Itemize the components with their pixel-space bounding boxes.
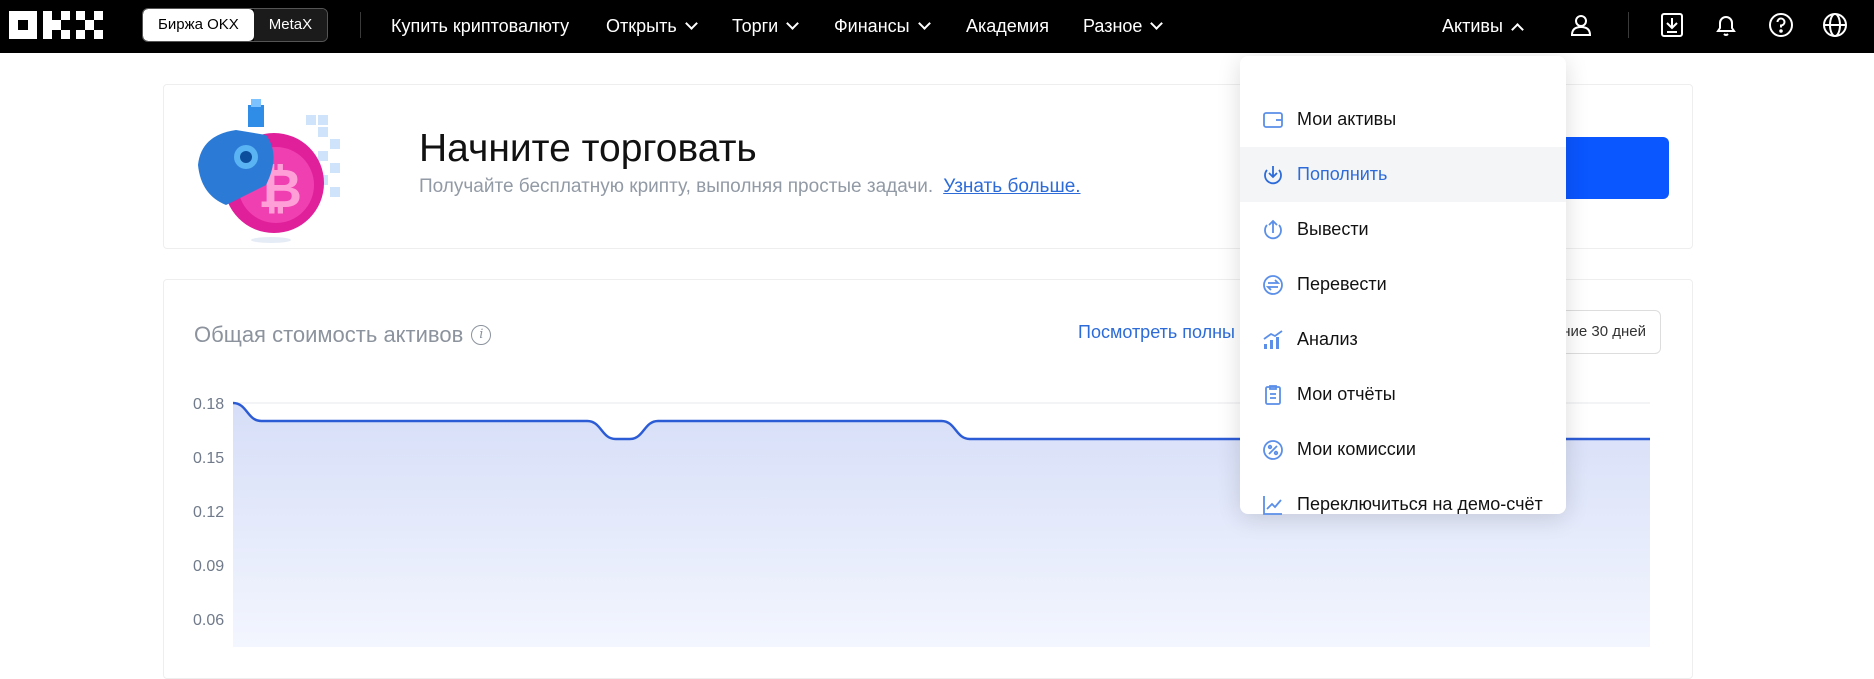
- menu-item-label: Мои отчёты: [1297, 384, 1396, 404]
- menu-item-label: Мои комиссии: [1297, 439, 1416, 459]
- y-tick-label: 0.18: [193, 396, 224, 413]
- menu-item-analysis[interactable]: Анализ: [1240, 312, 1566, 367]
- analysis-icon: [1263, 329, 1283, 349]
- menu-item-label: Переключиться на демо-счёт: [1297, 494, 1543, 514]
- y-tick-label: 0.06: [193, 612, 224, 629]
- fee-icon: [1263, 439, 1283, 460]
- menu-item-demo-account[interactable]: Переключиться на демо-счёт: [1240, 477, 1566, 532]
- y-tick-label: 0.12: [193, 504, 224, 521]
- menu-item-transfer[interactable]: Перевести: [1240, 257, 1566, 312]
- menu-item-reports[interactable]: Мои отчёты: [1240, 367, 1566, 422]
- y-tick-label: 0.09: [193, 558, 224, 575]
- menu-item-label: Перевести: [1297, 274, 1387, 294]
- menu-item-deposit[interactable]: Пополнить: [1240, 147, 1566, 202]
- demo-chart-icon: [1263, 495, 1282, 515]
- menu-item-label: Анализ: [1297, 329, 1358, 349]
- assets-dropdown-menu: Мои активы Пополнить Вывести Перевести А…: [1240, 56, 1566, 515]
- wallet-icon: [1263, 111, 1283, 128]
- menu-item-my-assets[interactable]: Мои активы: [1240, 92, 1566, 147]
- menu-item-label: Вывести: [1297, 219, 1369, 239]
- menu-item-label: Пополнить: [1297, 164, 1388, 184]
- withdraw-icon: [1264, 219, 1282, 239]
- report-icon: [1265, 384, 1281, 405]
- menu-item-fees[interactable]: Мои комиссии: [1240, 422, 1566, 477]
- menu-item-label: Мои активы: [1297, 109, 1397, 129]
- menu-item-withdraw[interactable]: Вывести: [1240, 202, 1566, 257]
- transfer-icon: [1263, 274, 1283, 295]
- asset-value-chart: 0.18 0.15 0.12 0.09 0.06: [193, 396, 1650, 647]
- y-tick-label: 0.15: [193, 450, 224, 467]
- deposit-icon: [1264, 165, 1282, 184]
